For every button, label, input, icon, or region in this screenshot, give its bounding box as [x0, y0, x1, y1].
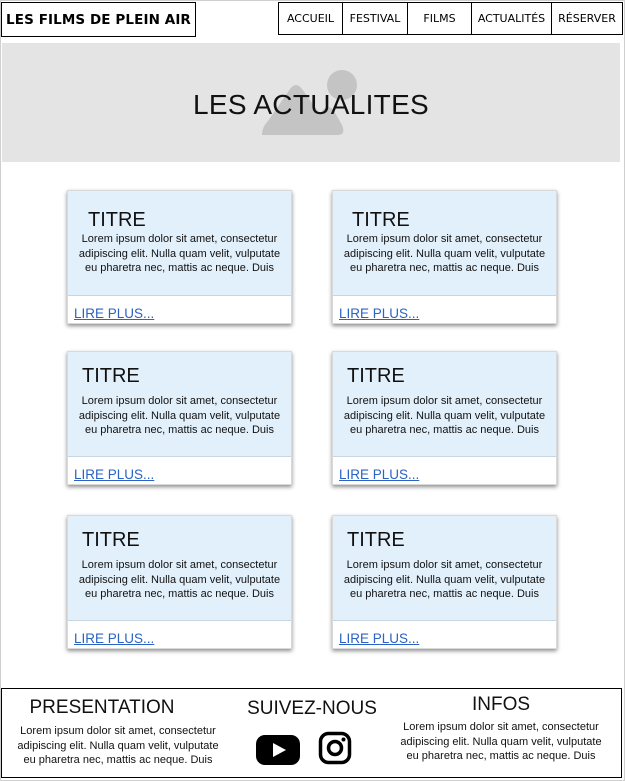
- news-card-text: Lorem ipsum dolor sit amet, consectetur …: [343, 559, 546, 600]
- news-card: TITRE Lorem ipsum dolor sit amet, consec…: [67, 515, 292, 649]
- news-card-title: TITRE: [82, 529, 140, 551]
- news-card-body: TITRE Lorem ipsum dolor sit amet, consec…: [68, 352, 291, 457]
- news-card-title: TITRE: [82, 365, 140, 387]
- footer-infos-text: Lorem ipsum dolor sit amet, consectetur …: [400, 721, 602, 762]
- news-card: TITRE Lorem ipsum dolor sit amet, consec…: [332, 190, 557, 324]
- news-card-body: TITRE Lorem ipsum dolor sit amet, consec…: [333, 516, 556, 621]
- news-card-text: Lorem ipsum dolor sit amet, consectetur …: [78, 395, 281, 436]
- news-card: TITRE Lorem ipsum dolor sit amet, consec…: [332, 515, 557, 649]
- nav-item-accueil[interactable]: ACCUEIL: [278, 2, 343, 35]
- news-card-text: Lorem ipsum dolor sit amet, consectetur …: [343, 233, 546, 274]
- hero-banner: LES ACTUALITES: [2, 43, 620, 162]
- read-more-link[interactable]: LIRE PLUS...: [339, 306, 419, 321]
- news-card-body: TITRE Lorem ipsum dolor sit amet, consec…: [68, 191, 291, 296]
- news-card-body: TITRE Lorem ipsum dolor sit amet, consec…: [333, 352, 556, 457]
- main-nav: ACCUEIL FESTIVAL FILMS ACTUALITÉS RÉSERV…: [278, 2, 623, 35]
- footer-presentation-heading: PRESENTATION: [29, 697, 175, 718]
- news-card: TITRE Lorem ipsum dolor sit amet, consec…: [332, 351, 557, 485]
- news-card-title: TITRE: [88, 209, 146, 231]
- nav-item-actualites[interactable]: ACTUALITÉS: [471, 2, 552, 35]
- footer-follow-heading: SUIVEZ-NOUS: [247, 698, 377, 719]
- news-card-body: TITRE Lorem ipsum dolor sit amet, consec…: [68, 516, 291, 621]
- footer-presentation-text: Lorem ipsum dolor sit amet, consectetur …: [17, 725, 219, 766]
- news-card-body: TITRE Lorem ipsum dolor sit amet, consec…: [333, 191, 556, 296]
- news-card-title: TITRE: [347, 529, 405, 551]
- read-more-link[interactable]: LIRE PLUS...: [74, 631, 154, 646]
- nav-item-reserver[interactable]: RÉSERVER: [551, 2, 623, 35]
- news-card-title: TITRE: [352, 209, 410, 231]
- news-card: TITRE Lorem ipsum dolor sit amet, consec…: [67, 190, 292, 324]
- news-card-text: Lorem ipsum dolor sit amet, consectetur …: [78, 233, 281, 274]
- site-footer: PRESENTATION Lorem ipsum dolor sit amet,…: [1, 688, 622, 778]
- news-card-text: Lorem ipsum dolor sit amet, consectetur …: [78, 559, 281, 600]
- read-more-link[interactable]: LIRE PLUS...: [339, 467, 419, 482]
- site-logo[interactable]: LES FILMS DE PLEIN AIR: [1, 2, 196, 37]
- news-card-title: TITRE: [347, 365, 405, 387]
- page-title: LES ACTUALITES: [192, 89, 430, 120]
- news-card: TITRE Lorem ipsum dolor sit amet, consec…: [67, 351, 292, 485]
- read-more-link[interactable]: LIRE PLUS...: [74, 306, 154, 321]
- nav-item-festival[interactable]: FESTIVAL: [342, 2, 408, 35]
- read-more-link[interactable]: LIRE PLUS...: [339, 631, 419, 646]
- news-card-text: Lorem ipsum dolor sit amet, consectetur …: [343, 395, 546, 436]
- footer-infos-heading: INFOS: [471, 694, 531, 715]
- youtube-icon[interactable]: [256, 734, 300, 766]
- read-more-link[interactable]: LIRE PLUS...: [74, 467, 154, 482]
- nav-item-films[interactable]: FILMS: [407, 2, 472, 35]
- instagram-icon[interactable]: [318, 731, 352, 765]
